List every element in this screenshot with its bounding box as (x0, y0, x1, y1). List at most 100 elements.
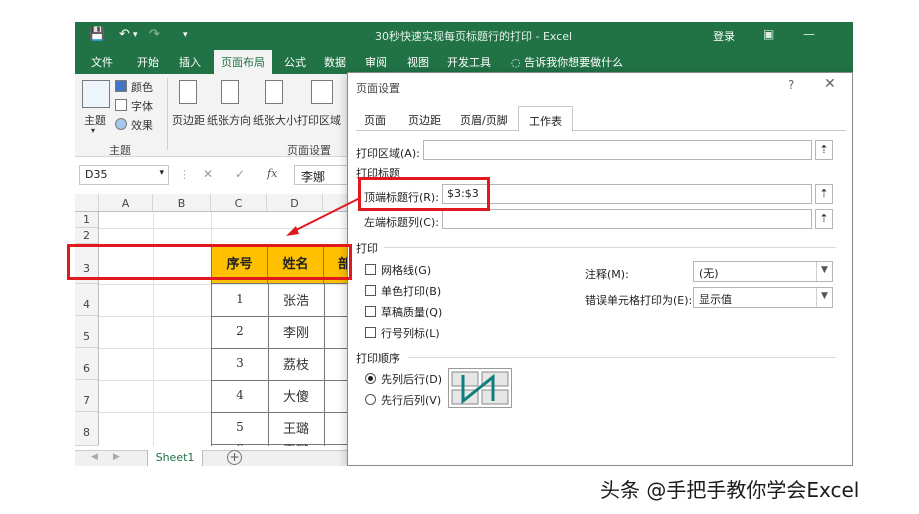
column-header-a[interactable]: A (99, 194, 153, 212)
close-icon[interactable]: ✕ (824, 76, 836, 92)
name-box-dropdown-icon[interactable]: ▾ (159, 168, 164, 178)
title-bar: 💾 ↶ ▾ ↷ ▾ 30秒快速实现每页标题行的打印 - Excel 登录 ▣ — (75, 22, 853, 49)
table-row-1-name[interactable]: 张浩 (268, 290, 324, 309)
data-block: 1 张浩 2 李刚 3 荔枝 4 大傻 5 王璐 6 王璐 (211, 284, 355, 446)
sheet-tab-bar: ◀ ▶ Sheet1 + (75, 450, 355, 466)
tab-review[interactable]: 审阅 (365, 54, 387, 70)
black-white-checkbox[interactable] (365, 285, 376, 296)
table-row-2-name[interactable]: 李刚 (268, 322, 324, 341)
size-button[interactable]: 纸张大小 (253, 112, 297, 128)
enter-icon[interactable]: ✓ (235, 167, 245, 181)
margins-icon[interactable] (179, 80, 197, 104)
minimize-icon[interactable]: — (803, 27, 815, 41)
insert-function-icon[interactable]: fx (267, 167, 277, 180)
tab-file[interactable]: 文件 (91, 54, 113, 70)
table-row-5-number[interactable]: 5 (212, 420, 268, 434)
chevron-down-icon: ▼ (816, 288, 832, 307)
tab-data[interactable]: 数据 (324, 54, 346, 70)
row-header-8[interactable]: 8 (75, 412, 99, 446)
scroll-right-icon[interactable]: ▶ (113, 452, 120, 462)
tab-sheet[interactable]: 工作表 (518, 106, 573, 132)
rows-to-repeat-collapse-icon[interactable]: ⇡ (815, 184, 833, 204)
select-all-corner[interactable] (75, 194, 99, 212)
margins-button[interactable]: 页边距 (172, 112, 205, 128)
comments-select[interactable]: (无) ▼ (693, 261, 833, 282)
new-sheet-icon[interactable]: + (227, 450, 242, 465)
tab-margins[interactable]: 页边距 (408, 112, 441, 128)
cols-to-repeat-input[interactable] (442, 209, 812, 229)
row-header-1[interactable]: 1 (75, 212, 99, 228)
table-row-4-name[interactable]: 大傻 (268, 386, 324, 405)
table-row-4-number[interactable]: 4 (212, 388, 268, 402)
table-border (212, 316, 355, 317)
tab-formulas[interactable]: 公式 (284, 54, 306, 70)
watermark: 头条 @手把手教你学会Excel (600, 478, 860, 502)
errors-value: 显示值 (699, 293, 732, 306)
login-link[interactable]: 登录 (713, 28, 735, 44)
scroll-left-icon[interactable]: ◀ (91, 452, 98, 462)
tab-developer[interactable]: 开发工具 (447, 54, 491, 70)
highlight-rows-to-repeat (358, 177, 490, 211)
down-then-over-radio[interactable] (365, 373, 376, 384)
sheet-tab-sheet1[interactable]: Sheet1 (147, 450, 203, 466)
table-border (324, 284, 325, 446)
gridline (99, 316, 211, 317)
table-row-5-name[interactable]: 王璐 (268, 418, 324, 437)
print-area-collapse-icon[interactable]: ⇡ (815, 140, 833, 160)
rows-to-repeat-input[interactable]: $3:$3 (442, 184, 812, 204)
cols-to-repeat-collapse-icon[interactable]: ⇡ (815, 209, 833, 229)
orientation-icon[interactable] (221, 80, 239, 104)
table-row-6-number[interactable]: 6 (212, 442, 268, 446)
size-icon[interactable] (265, 80, 283, 104)
themes-icon[interactable] (82, 80, 110, 108)
print-area-button[interactable]: 打印区域 (297, 112, 341, 128)
tab-home[interactable]: 开始 (137, 54, 159, 70)
tab-view[interactable]: 视图 (407, 54, 429, 70)
redo-icon[interactable]: ↷ (149, 27, 160, 42)
table-row-3-number[interactable]: 3 (212, 356, 268, 370)
fonts-button[interactable]: 字体 (131, 98, 153, 114)
name-box[interactable]: D35 ▾ (79, 165, 169, 185)
name-box-value: D35 (85, 168, 108, 181)
row-header-2[interactable]: 2 (75, 228, 99, 244)
effects-button[interactable]: 效果 (131, 117, 153, 133)
page-order-section-label: 打印顺序 (356, 352, 400, 365)
gridline (99, 380, 211, 381)
table-row-3-name[interactable]: 荔枝 (268, 354, 324, 373)
orientation-button[interactable]: 纸张方向 (207, 112, 251, 128)
over-then-down-radio[interactable] (365, 394, 376, 405)
gridlines-checkbox[interactable] (365, 264, 376, 275)
row-col-headings-checkbox[interactable] (365, 327, 376, 338)
save-icon[interactable]: 💾 (89, 27, 105, 42)
table-row-1-number[interactable]: 1 (212, 292, 268, 306)
tab-page-layout[interactable]: 页面布局 (214, 50, 272, 74)
row-header-4[interactable]: 4 (75, 284, 99, 316)
tab-page[interactable]: 页面 (364, 112, 386, 128)
print-area-input[interactable] (423, 140, 812, 160)
ribbon-display-options-icon[interactable]: ▣ (763, 27, 774, 41)
draft-quality-label: 草稿质量(Q) (381, 306, 443, 319)
colors-button[interactable]: 颜色 (131, 79, 153, 95)
help-icon[interactable]: ? (788, 78, 794, 92)
row-header-5[interactable]: 5 (75, 316, 99, 348)
tab-insert[interactable]: 插入 (179, 54, 201, 70)
table-row-6-name[interactable]: 王璐 (268, 440, 324, 446)
cancel-icon[interactable]: ✕ (203, 167, 213, 181)
draft-quality-checkbox[interactable] (365, 306, 376, 317)
customize-quick-access-icon[interactable]: ▾ (183, 30, 188, 40)
lightbulb-icon: ◌ (511, 56, 525, 69)
print-area-icon[interactable] (311, 80, 333, 104)
column-header-c[interactable]: C (211, 194, 267, 212)
formula-input[interactable]: 李娜 (294, 165, 354, 185)
themes-dropdown-icon[interactable]: ▾ (91, 126, 95, 135)
table-row-2-number[interactable]: 2 (212, 324, 268, 338)
undo-icon[interactable]: ↶ (119, 27, 130, 42)
dialog-title: 页面设置 (356, 82, 400, 95)
row-header-7[interactable]: 7 (75, 380, 99, 412)
tab-header-footer[interactable]: 页眉/页脚 (460, 112, 508, 128)
undo-dropdown-icon[interactable]: ▾ (133, 30, 138, 40)
column-header-b[interactable]: B (153, 194, 211, 212)
row-header-6[interactable]: 6 (75, 348, 99, 380)
tell-me-search[interactable]: ◌ 告诉我你想要做什么 (511, 54, 623, 70)
errors-select[interactable]: 显示值 ▼ (693, 287, 833, 308)
